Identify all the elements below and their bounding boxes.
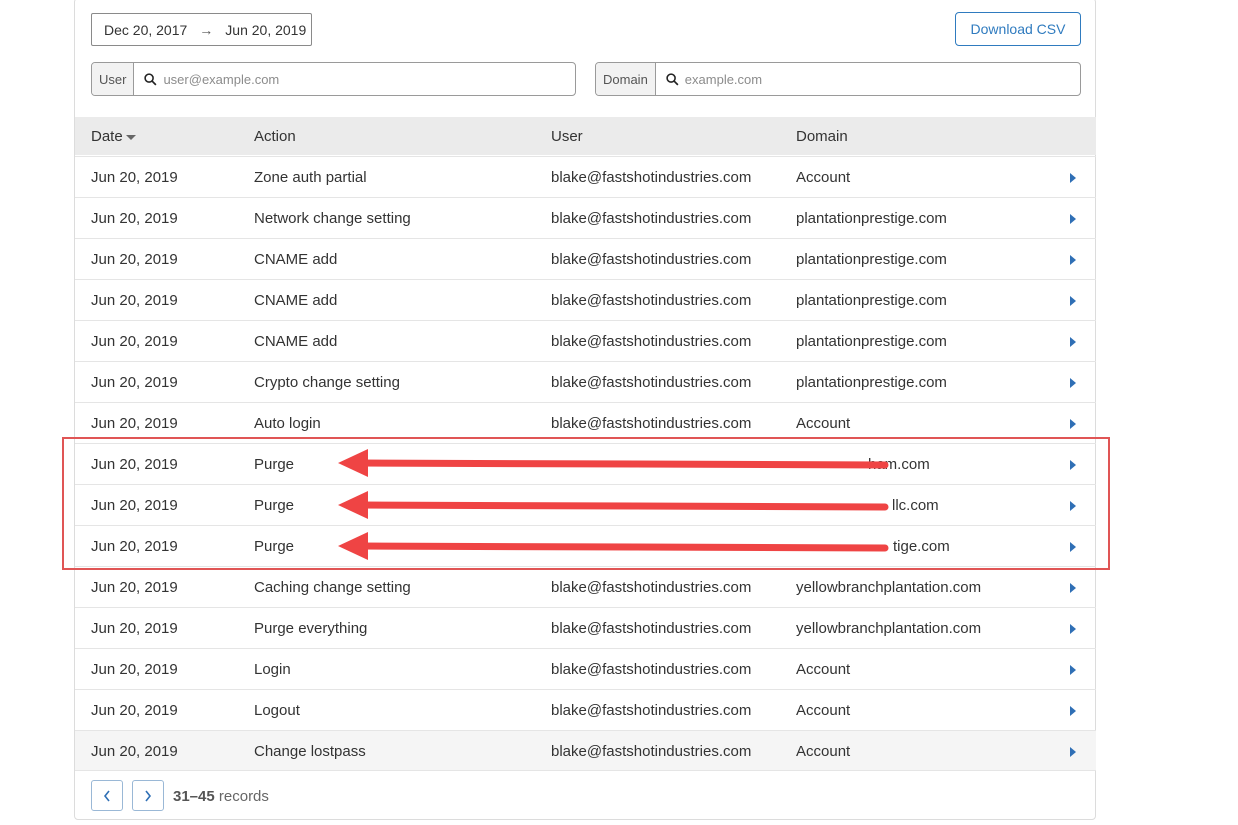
search-icon: [144, 72, 157, 85]
cell-date: Jun 20, 2019: [91, 743, 178, 760]
cell-domain: plantationprestige.com: [796, 251, 947, 268]
cell-date: Jun 20, 2019: [91, 702, 178, 719]
cell-domain: Account: [796, 415, 851, 432]
table-row[interactable]: Jun 20, 2019 Caching change setting blake@…: [75, 566, 1096, 607]
cell-user: blake@fastshotindustries.com: [551, 415, 752, 432]
cell-domain: Account: [796, 169, 851, 186]
record-count: 31–45 records: [173, 788, 269, 805]
cell-action: Network change setting: [254, 210, 411, 227]
expand-caret-icon[interactable]: [1070, 255, 1076, 265]
table-row[interactable]: Jun 20, 2019 Login blake@fastshotindustrie…: [75, 648, 1096, 689]
expand-caret-icon[interactable]: [1070, 747, 1076, 757]
cell-action: Auto login: [254, 415, 321, 432]
cell-domain: plantationprestige.com: [796, 210, 947, 227]
arrow-right-icon: →: [199, 21, 214, 38]
cell-domain: Account: [796, 743, 851, 760]
cell-user: blake@fastshotindustries.com: [551, 333, 752, 350]
cell-date: Jun 20, 2019: [91, 620, 178, 637]
cell-domain: yellowbranchplantation.com: [796, 620, 982, 637]
cell-date: Jun 20, 2019: [91, 169, 178, 186]
cell-action: Caching change setting: [254, 579, 411, 596]
user-filter[interactable]: User user@example.com: [91, 62, 576, 96]
table-row[interactable]: Jun 20, 2019 Zone auth partial blake@fasts…: [75, 156, 1096, 197]
cell-action: CNAME add: [254, 333, 338, 350]
cell-date: Jun 20, 2019: [91, 374, 178, 391]
cell-action: Logout: [254, 702, 300, 719]
prev-page-button[interactable]: [91, 780, 123, 811]
expand-caret-icon[interactable]: [1070, 665, 1076, 675]
cell-action: Change lostpass: [254, 743, 366, 760]
cell-action: Login: [254, 661, 291, 678]
next-page-button[interactable]: [132, 780, 164, 811]
expand-caret-icon[interactable]: [1070, 173, 1076, 183]
column-header-user: User: [551, 128, 583, 145]
cell-action: CNAME add: [254, 292, 338, 309]
cell-user: blake@fastshotindustries.com: [551, 169, 752, 186]
date-to: Jun 20, 2019: [225, 21, 307, 38]
column-header-date[interactable]: Date: [91, 128, 136, 145]
column-header-domain: Domain: [796, 128, 848, 145]
table-row[interactable]: Jun 20, 2019 Logout blake@fastshotindustri…: [75, 689, 1096, 730]
cell-user: blake@fastshotindustries.com: [551, 374, 752, 391]
chevron-right-icon: [145, 790, 152, 801]
expand-caret-icon[interactable]: [1070, 624, 1076, 634]
expand-caret-icon[interactable]: [1070, 706, 1076, 716]
table-row[interactable]: Jun 20, 2019 Crypto change setting blake@f…: [75, 361, 1096, 402]
cell-domain: plantationprestige.com: [796, 292, 947, 309]
footer-divider: [75, 770, 1096, 771]
download-csv-button[interactable]: Download CSV: [955, 12, 1081, 46]
user-search-input[interactable]: user@example.com: [134, 63, 575, 95]
search-icon: [666, 72, 679, 85]
user-filter-label: User: [92, 63, 135, 95]
expand-caret-icon[interactable]: [1070, 419, 1076, 429]
cell-user: blake@fastshotindustries.com: [551, 251, 752, 268]
cell-user: blake@fastshotindustries.com: [551, 210, 752, 227]
domain-search-placeholder: example.com: [684, 71, 763, 87]
annotation-highlight-box: [62, 437, 1110, 570]
table-row[interactable]: Jun 20, 2019 CNAME add blake@fastshotindus…: [75, 238, 1096, 279]
domain-filter[interactable]: Domain example.com: [595, 62, 1081, 96]
cell-date: Jun 20, 2019: [91, 251, 178, 268]
cell-user: blake@fastshotindustries.com: [551, 702, 752, 719]
cell-date: Jun 20, 2019: [91, 210, 178, 227]
cell-action: Zone auth partial: [254, 169, 367, 186]
table-row[interactable]: Jun 20, 2019 CNAME add blake@fastshotindus…: [75, 320, 1096, 361]
cell-action: Crypto change setting: [254, 374, 400, 391]
cell-date: Jun 20, 2019: [91, 333, 178, 350]
cell-domain: yellowbranchplantation.com: [796, 579, 982, 596]
cell-date: Jun 20, 2019: [91, 661, 178, 678]
cell-action: Purge everything: [254, 620, 368, 637]
sort-descending-icon: [125, 134, 136, 140]
cell-action: CNAME add: [254, 251, 338, 268]
cell-user: blake@fastshotindustries.com: [551, 661, 752, 678]
domain-filter-label: Domain: [596, 63, 656, 95]
expand-caret-icon[interactable]: [1070, 296, 1076, 306]
cell-user: blake@fastshotindustries.com: [551, 292, 752, 309]
cell-domain: plantationprestige.com: [796, 333, 947, 350]
expand-caret-icon[interactable]: [1070, 583, 1076, 593]
domain-search-input[interactable]: example.com: [656, 63, 1080, 95]
cell-date: Jun 20, 2019: [91, 579, 178, 596]
cell-domain: Account: [796, 702, 851, 719]
cell-domain: Account: [796, 661, 851, 678]
table-header: Date Action User Domain: [75, 117, 1096, 155]
cell-user: blake@fastshotindustries.com: [551, 620, 752, 637]
table-row[interactable]: Jun 20, 2019 Purge everything blake@fastsh…: [75, 607, 1096, 648]
table-row[interactable]: Jun 20, 2019 Change lostpass blake@fastsho…: [75, 730, 1096, 771]
cell-user: blake@fastshotindustries.com: [551, 743, 752, 760]
table-row[interactable]: Jun 20, 2019 Network change setting blake@…: [75, 197, 1096, 238]
date-range-picker[interactable]: Dec 20, 2017 → Jun 20, 2019: [91, 13, 312, 46]
cell-user: blake@fastshotindustries.com: [551, 579, 752, 596]
expand-caret-icon[interactable]: [1070, 214, 1076, 224]
cell-domain: plantationprestige.com: [796, 374, 947, 391]
expand-caret-icon[interactable]: [1070, 337, 1076, 347]
chevron-left-icon: [103, 790, 110, 801]
table-row[interactable]: Jun 20, 2019 CNAME add blake@fastshotindus…: [75, 279, 1096, 320]
user-search-placeholder: user@example.com: [163, 71, 280, 87]
cell-date: Jun 20, 2019: [91, 292, 178, 309]
cell-date: Jun 20, 2019: [91, 415, 178, 432]
column-header-action: Action: [254, 128, 296, 145]
expand-caret-icon[interactable]: [1070, 378, 1076, 388]
date-from: Dec 20, 2017: [104, 21, 188, 38]
